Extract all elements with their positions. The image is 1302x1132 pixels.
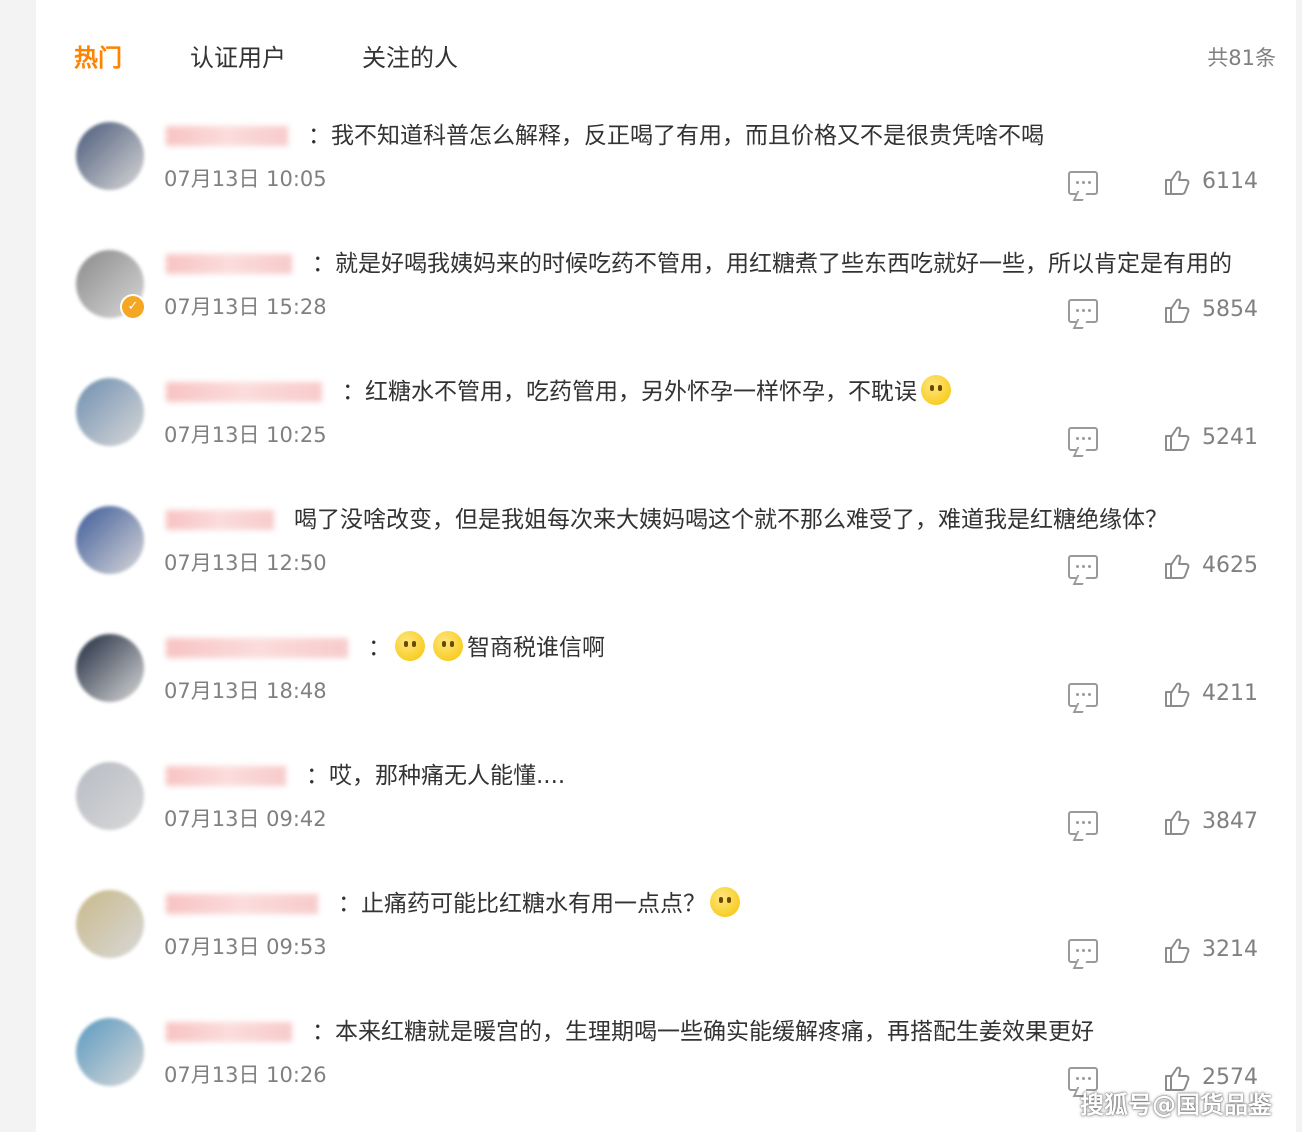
comment-tabs: 热门 认证用户 关注的人: [36, 38, 1296, 78]
emoji-icon: [433, 631, 463, 661]
comment-body: 智商税谁信啊: [467, 635, 605, 661]
like-count: 3214: [1202, 937, 1258, 962]
comment-body: ：就是好喝我姨妈来的时候吃药不管用，用红糖煮了些东西吃就好一些，所以肯定是有用的: [312, 251, 1232, 277]
comment-body: 喝了没啥改变，但是我姐每次来大姨妈喝这个就不那么难受了，难道我是红糖绝缘体？: [294, 507, 1168, 533]
reply-icon[interactable]: [1068, 683, 1098, 707]
like-count: 5241: [1202, 425, 1258, 450]
username-blurred[interactable]: [166, 254, 292, 274]
username-blurred[interactable]: [166, 510, 274, 530]
avatar[interactable]: [76, 1018, 144, 1086]
comment-body: ：我不知道科普怎么解释，反正喝了有用，而且价格又不是很贵凭啥不喝: [308, 123, 1044, 149]
comment-text: ：哎，那种痛无人能懂....: [306, 756, 565, 796]
comment-text: ：止痛药可能比红糖水有用一点点？: [338, 884, 744, 924]
comment-time: 07月13日 09:42: [164, 807, 327, 831]
comment-body: ：止痛药可能比红糖水有用一点点？: [338, 891, 706, 917]
comment-item: ✓ ：就是好喝我姨妈来的时候吃药不管用，用红糖煮了些东西吃就好一些，所以肯定是有用…: [36, 236, 1296, 364]
emoji-icon: [395, 631, 425, 661]
avatar[interactable]: [76, 762, 144, 830]
like-count: 4211: [1202, 681, 1258, 706]
emoji-icon: [921, 375, 951, 405]
username-blurred[interactable]: [166, 638, 348, 658]
comment-item: ：哎，那种痛无人能懂.... 07月13日 09:42 3847: [36, 748, 1296, 876]
tab-following[interactable]: 关注的人: [362, 38, 458, 78]
verified-badge-icon: ✓: [120, 294, 146, 320]
username-blurred[interactable]: [166, 894, 318, 914]
comment-time: 07月13日 12:50: [164, 551, 327, 575]
comment-text: 喝了没啥改变，但是我姐每次来大姨妈喝这个就不那么难受了，难道我是红糖绝缘体？: [294, 500, 1168, 540]
thumbs-up-icon: [1165, 938, 1190, 963]
comment-time: 07月13日 09:53: [164, 935, 327, 959]
comment-text: ：本来红糖就是暖宫的，生理期喝一些确实能缓解疼痛，再搭配生姜效果更好: [312, 1012, 1094, 1052]
username-blurred[interactable]: [166, 382, 322, 402]
avatar[interactable]: [76, 122, 144, 190]
comment-text: ： 智商税谁信啊: [368, 628, 605, 668]
comment-time: 07月13日 10:05: [164, 167, 327, 191]
comment-text: ：我不知道科普怎么解释，反正喝了有用，而且价格又不是很贵凭啥不喝: [308, 116, 1044, 156]
comment-prefix: ：: [368, 635, 391, 661]
reply-icon[interactable]: [1068, 555, 1098, 579]
comment-body: ：哎，那种痛无人能懂....: [306, 763, 566, 789]
thumbs-up-icon: [1165, 682, 1190, 707]
comment-text: ：就是好喝我姨妈来的时候吃药不管用，用红糖煮了些东西吃就好一些，所以肯定是有用的: [312, 244, 1232, 284]
tab-verified-users[interactable]: 认证用户: [190, 38, 286, 78]
username-blurred[interactable]: [166, 1022, 292, 1042]
comment-body: ：红糖水不管用，吃药管用，另外怀孕一样怀孕，不耽误: [342, 379, 917, 405]
comment-time: 07月13日 15:28: [164, 295, 327, 319]
thumbs-up-icon: [1165, 298, 1190, 323]
thumbs-up-icon: [1165, 554, 1190, 579]
like-count: 6114: [1202, 169, 1258, 194]
username-blurred[interactable]: [166, 766, 286, 786]
comment-body: ：本来红糖就是暖宫的，生理期喝一些确实能缓解疼痛，再搭配生姜效果更好: [312, 1019, 1094, 1045]
comment-time: 07月13日 18:48: [164, 679, 327, 703]
like-count: 3847: [1202, 809, 1258, 834]
comment-total: 共81条: [1207, 46, 1276, 70]
comment-time: 07月13日 10:25: [164, 423, 327, 447]
thumbs-up-icon: [1165, 426, 1190, 451]
avatar[interactable]: [76, 506, 144, 574]
avatar[interactable]: [76, 378, 144, 446]
avatar[interactable]: [76, 890, 144, 958]
reply-icon[interactable]: [1068, 299, 1098, 323]
tab-hot[interactable]: 热门: [74, 38, 122, 78]
avatar[interactable]: [76, 634, 144, 702]
reply-icon[interactable]: [1068, 171, 1098, 195]
like-count: 4625: [1202, 553, 1258, 578]
comment-item: ：红糖水不管用，吃药管用，另外怀孕一样怀孕，不耽误 07月13日 10:25 524…: [36, 364, 1296, 492]
like-count: 5854: [1202, 297, 1258, 322]
comment-item: ：止痛药可能比红糖水有用一点点？ 07月13日 09:53 3214: [36, 876, 1296, 1004]
comment-text: ：红糖水不管用，吃药管用，另外怀孕一样怀孕，不耽误: [342, 372, 955, 412]
thumbs-up-icon: [1165, 170, 1190, 195]
comment-item: 喝了没啥改变，但是我姐每次来大姨妈喝这个就不那么难受了，难道我是红糖绝缘体？ 07…: [36, 492, 1296, 620]
reply-icon[interactable]: [1068, 427, 1098, 451]
reply-icon[interactable]: [1068, 811, 1098, 835]
username-blurred[interactable]: [166, 126, 288, 146]
comments-panel: 热门 认证用户 关注的人 共81条 ：我不知道科普怎么解释，反正喝了有用，而且价…: [36, 0, 1296, 1132]
reply-icon[interactable]: [1068, 939, 1098, 963]
watermark: 搜狐号@国货品鉴: [1080, 1091, 1272, 1119]
thumbs-up-icon: [1165, 810, 1190, 835]
comment-time: 07月13日 10:26: [164, 1063, 327, 1087]
comment-item: ： 智商税谁信啊 07月13日 18:48 4211: [36, 620, 1296, 748]
emoji-icon: [710, 887, 740, 917]
comment-item: ：我不知道科普怎么解释，反正喝了有用，而且价格又不是很贵凭啥不喝 07月13日 1…: [36, 108, 1296, 236]
